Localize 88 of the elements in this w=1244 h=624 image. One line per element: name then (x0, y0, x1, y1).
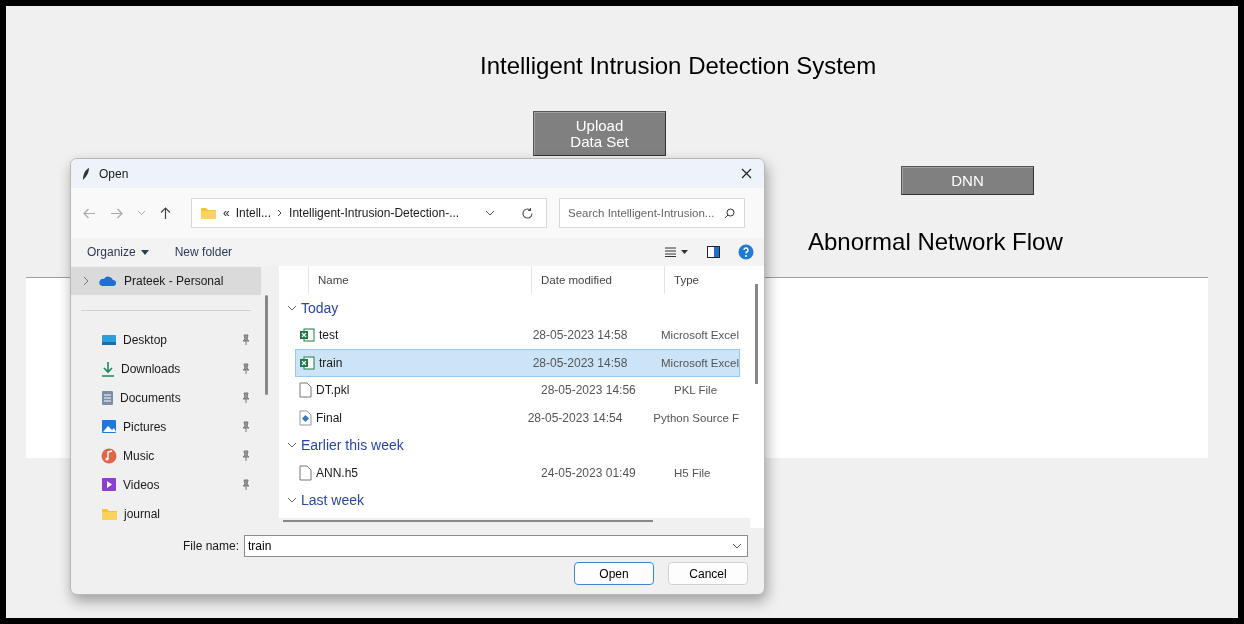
app-title: Intelligent Intrusion Detection System (480, 52, 877, 80)
organize-menu[interactable]: Organize (87, 245, 149, 259)
open-button[interactable]: Open (574, 562, 654, 585)
group-header[interactable]: Today (279, 294, 750, 322)
path-segment[interactable]: Intell... (235, 206, 272, 220)
date-modified: 28-05-2023 14:56 (541, 383, 637, 398)
dnn-button[interactable]: DNN (901, 166, 1034, 195)
file-row[interactable]: test 28-05-2023 14:58 Microsoft Excel (295, 321, 740, 349)
date-modified: 28-05-2023 14:58 (532, 328, 629, 343)
pin-icon[interactable] (241, 449, 251, 462)
list-view-icon[interactable] (665, 247, 689, 257)
feather-icon (81, 166, 91, 181)
group-header[interactable]: Earlier this week (279, 431, 750, 459)
file-row[interactable]: train 28-05-2023 14:58 Microsoft Excel (295, 349, 740, 377)
file-name: Final (316, 410, 342, 425)
back-arrow-icon[interactable] (83, 207, 96, 219)
new-folder-button[interactable]: New folder (174, 245, 233, 259)
file-row[interactable]: Final 28-05-2023 14:54 Python Source F (295, 404, 740, 432)
file-name: train (319, 355, 343, 370)
pictures-icon (101, 419, 117, 435)
file-type: PKL File (674, 384, 718, 397)
chevron-down-icon[interactable] (485, 210, 495, 216)
date-modified: 28-05-2023 14:58 (532, 355, 629, 370)
sidebar-item[interactable]: Downloads (71, 354, 261, 384)
chevron-icon (287, 442, 297, 449)
group-header[interactable]: Last week (279, 486, 750, 514)
search-field[interactable]: Search Intelligent-Intrusion... (559, 198, 745, 228)
file-icon (299, 464, 312, 481)
sidebar-item[interactable]: Pictures (71, 412, 261, 442)
path-segment[interactable]: Intelligent-Intrusion-Detection-... (289, 206, 460, 220)
upload-button[interactable]: Upload Data Set (533, 111, 666, 156)
help-icon[interactable] (738, 244, 754, 260)
overflow-chevron[interactable]: « (223, 206, 230, 220)
spreadsheet-icon (299, 327, 315, 344)
music-icon (101, 447, 117, 464)
section-title: Abnormal Network Flow (808, 228, 1063, 256)
up-arrow-icon[interactable] (160, 206, 171, 220)
file-type: Microsoft Excel (661, 329, 739, 342)
chevron-icon (287, 497, 297, 504)
date-modified: 24-05-2023 01:49 (541, 465, 637, 480)
file-name-label: File name: (182, 539, 239, 553)
download-icon (101, 360, 115, 377)
video-icon (101, 477, 117, 493)
pin-icon[interactable] (241, 333, 251, 346)
file-type: H5 File (674, 466, 711, 479)
chevron-icon (287, 304, 297, 311)
cancel-button[interactable]: Cancel (668, 562, 748, 585)
column-header[interactable]: Date modified (532, 266, 665, 294)
dialog-title: Open (99, 166, 130, 181)
file-name: ANN.h5 (316, 465, 359, 480)
preview-pane-icon[interactable] (707, 246, 720, 258)
desktop-icon (101, 332, 117, 347)
sidebar-item[interactable]: Prateek - Personal (71, 267, 261, 296)
column-header[interactable]: Type (665, 266, 750, 294)
forward-arrow-icon[interactable] (110, 207, 123, 219)
file-type: Python Source F (653, 411, 739, 424)
sidebar-item[interactable]: Videos (71, 470, 261, 500)
date-modified: 28-05-2023 14:54 (527, 410, 624, 425)
refresh-icon[interactable] (521, 206, 534, 220)
chevron-down-icon[interactable] (732, 543, 742, 549)
close-icon[interactable] (741, 168, 752, 179)
separator-icon (277, 209, 284, 217)
file-icon (299, 382, 312, 399)
file-name: test (319, 328, 339, 343)
expand-icon[interactable] (83, 276, 90, 287)
pin-icon[interactable] (241, 391, 251, 404)
address-bar[interactable]: « Intell... Intelligent-Intrusion-Detection-... (191, 198, 547, 228)
python-file-icon (299, 409, 312, 426)
file-type: Microsoft Excel (661, 356, 739, 369)
document-icon (101, 389, 114, 406)
column-header[interactable]: Name (309, 266, 532, 294)
sidebar-item[interactable]: Music (71, 441, 261, 471)
file-name-field[interactable]: train (244, 535, 748, 557)
sidebar-item[interactable]: journal (71, 499, 261, 528)
folder-icon (200, 206, 217, 220)
pin-icon[interactable] (241, 478, 251, 491)
cloud-icon (98, 275, 116, 288)
sidebar-item[interactable]: Documents (71, 383, 261, 413)
caret-icon (140, 249, 149, 255)
file-row[interactable]: ANN.h5 24-05-2023 01:49 H5 File (295, 459, 740, 487)
folder-icon (101, 506, 118, 521)
file-row[interactable]: DT.pkl 28-05-2023 14:56 PKL File (295, 376, 740, 404)
file-name: DT.pkl (316, 383, 350, 398)
pin-icon[interactable] (241, 362, 251, 375)
search-icon (724, 208, 735, 219)
pin-icon[interactable] (241, 420, 251, 433)
sidebar-item[interactable]: Desktop (71, 325, 261, 355)
spreadsheet-icon (299, 354, 315, 371)
